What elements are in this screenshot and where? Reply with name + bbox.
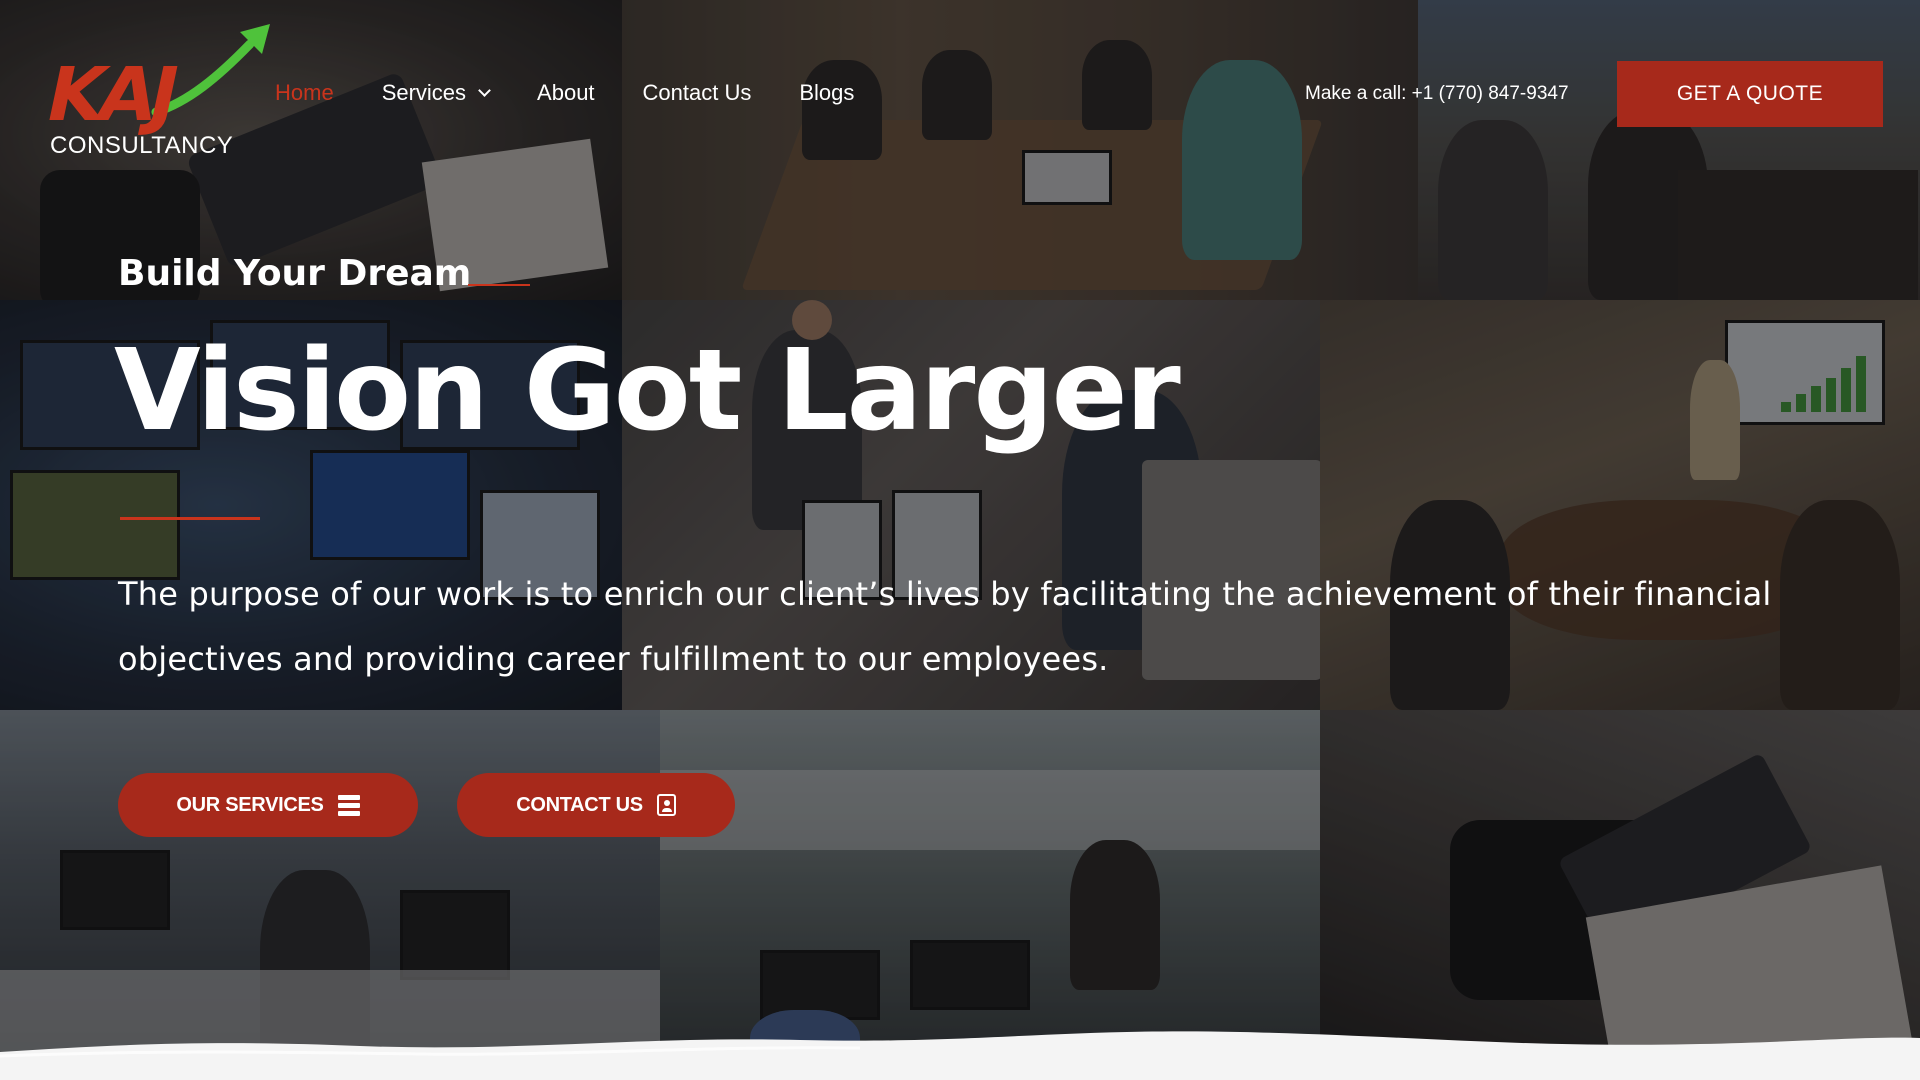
our-services-button[interactable]: OUR SERVICES — [118, 773, 418, 837]
site-header: KAJ CONSULTANCY Home Services About Cont… — [0, 0, 1920, 180]
nav-item-label: About — [537, 80, 595, 105]
nav-item-home[interactable]: Home — [275, 80, 334, 106]
hero-eyebrow: Build Your Dream — [118, 253, 472, 294]
hero-lead-text: The purpose of our work is to enrich our… — [118, 575, 1772, 678]
contact-card-icon — [656, 794, 676, 816]
eyebrow-accent-divider — [468, 284, 530, 286]
contact-us-label: CONTACT US — [516, 793, 643, 816]
nav-item-about[interactable]: About — [537, 80, 595, 106]
nav-item-blogs[interactable]: Blogs — [799, 80, 854, 106]
nav-item-contact[interactable]: Contact Us — [643, 80, 752, 106]
get-a-quote-button[interactable]: GET A QUOTE — [1617, 61, 1883, 127]
nav-item-services[interactable]: Services — [381, 80, 491, 106]
contact-us-button[interactable]: CONTACT US — [457, 773, 735, 837]
logo-subtitle: CONSULTANCY — [50, 132, 234, 159]
brand-logo[interactable]: KAJ CONSULTANCY — [39, 24, 270, 159]
nav-item-label: Contact Us — [642, 80, 752, 105]
phone-callout-link[interactable]: Make a call: +1 (770) 847-9347 — [1305, 83, 1569, 105]
logo-mark: KAJ — [38, 52, 182, 138]
our-services-label: OUR SERVICES — [176, 793, 324, 816]
nav-item-label: Services — [381, 80, 467, 105]
wavy-section-divider — [0, 1031, 1920, 1080]
nav-item-label: Home — [275, 80, 334, 105]
list-icon — [337, 794, 360, 816]
nav-item-label: Blogs — [799, 80, 855, 105]
chevron-down-icon — [478, 83, 491, 97]
headline-accent-divider — [120, 517, 260, 520]
main-nav: Home Services About Contact Us Blogs — [275, 80, 902, 106]
hero-headline: Vision Got Larger — [114, 326, 1181, 456]
